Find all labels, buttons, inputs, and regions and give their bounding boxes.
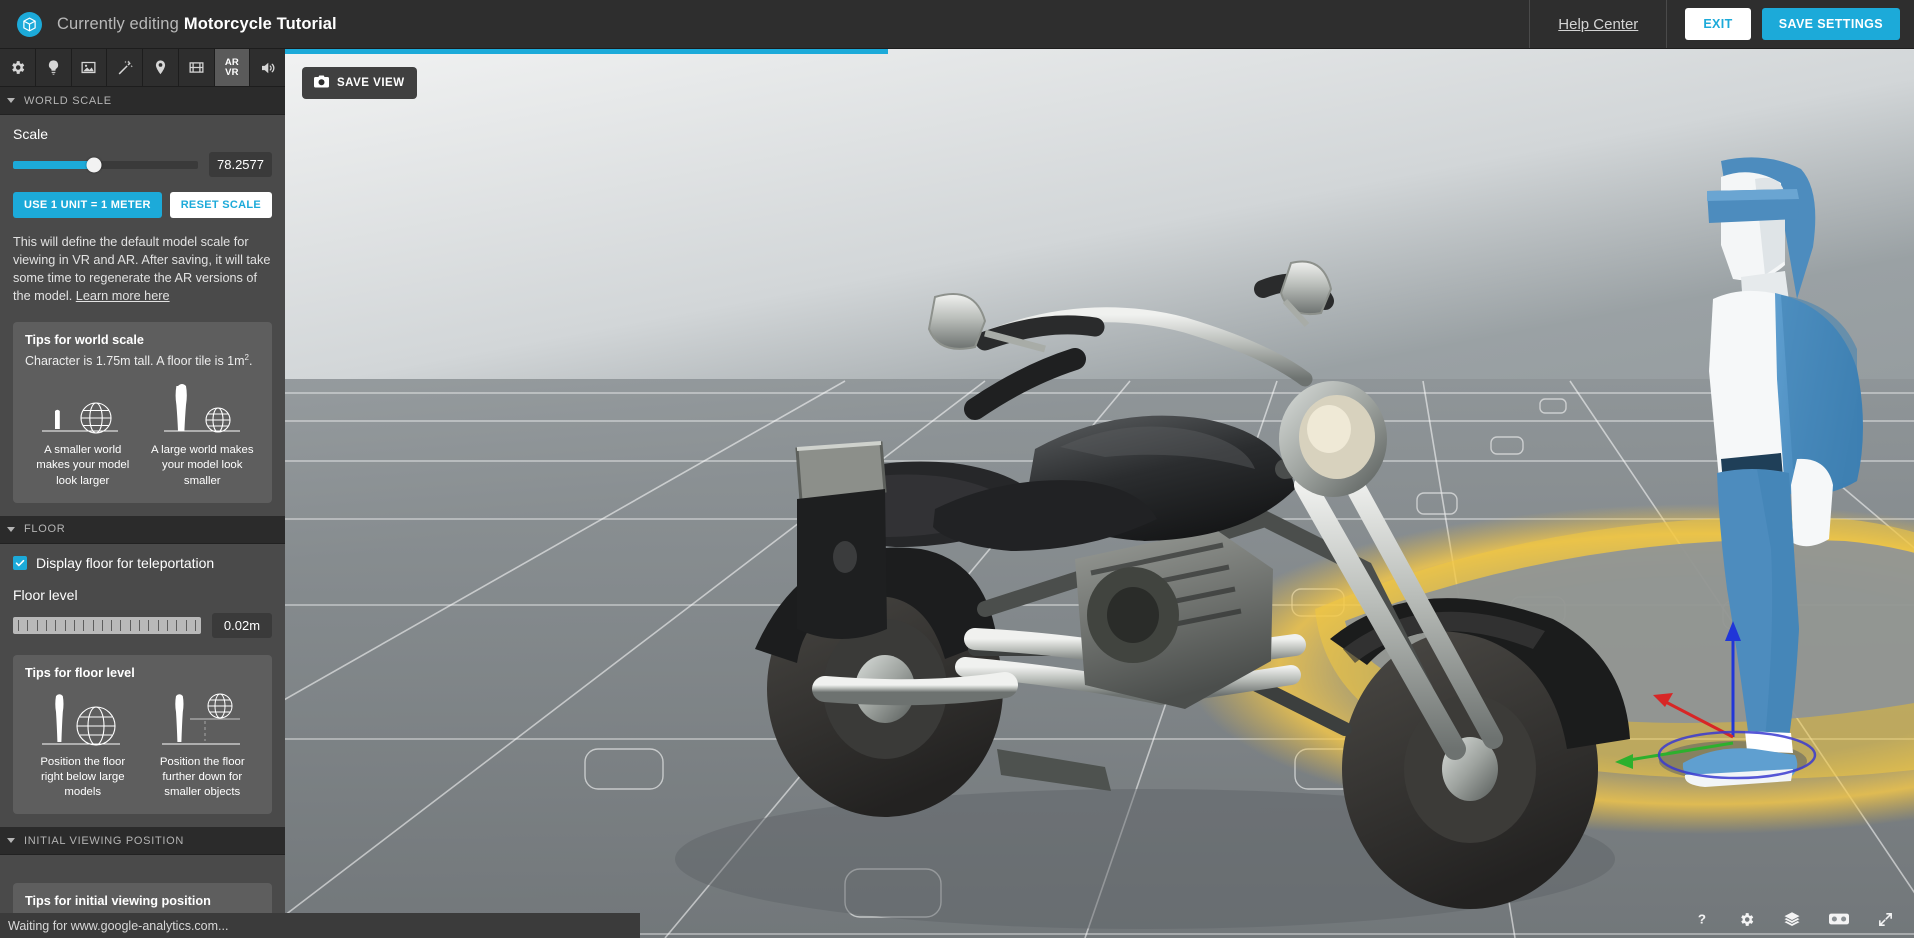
chevron-down-icon	[7, 526, 15, 532]
svg-text:?: ?	[1698, 912, 1706, 927]
tips-floor-level-grid: Position the floor right below large mod…	[25, 686, 260, 800]
lighting-icon	[45, 59, 62, 76]
sound-icon	[259, 59, 277, 77]
model-name: Motorcycle Tutorial	[183, 14, 337, 33]
editing-prefix: Currently editing	[57, 14, 179, 33]
save-view-button[interactable]: SAVE VIEW	[302, 67, 417, 99]
editor-toolbar: AR VR	[0, 49, 285, 87]
chevron-down-icon	[7, 98, 15, 103]
page-title: Currently editing Motorcycle Tutorial	[57, 15, 337, 34]
display-floor-checkbox[interactable]	[13, 555, 27, 570]
scale-slider[interactable]	[13, 157, 198, 172]
character-with-small-globe-icon	[145, 686, 261, 748]
ar-vr-tool[interactable]: AR VR	[214, 49, 251, 86]
floor-level-slider[interactable]	[13, 616, 201, 634]
sound-tool[interactable]	[250, 49, 285, 86]
section-title-initial-viewing-position: INITIAL VIEWING POSITION	[24, 834, 185, 847]
scale-slider-knob[interactable]	[86, 157, 102, 172]
ar-vr-icon: AR VR	[224, 57, 239, 78]
learn-more-link[interactable]: Learn more here	[76, 289, 170, 303]
save-view-label: SAVE VIEW	[337, 77, 405, 89]
small-character-large-globe-icon	[25, 374, 141, 436]
tips-subtitle-before: Character is 1.75m tall. A floor tile is…	[25, 354, 245, 369]
browser-status-bar: Waiting for www.google-analytics.com...	[0, 913, 640, 938]
header-actions: Help Center EXIT SAVE SETTINGS	[1529, 0, 1914, 48]
viewer-settings-gear-icon[interactable]	[1738, 911, 1755, 928]
tips-world-scale-subtitle: Character is 1.75m tall. A floor tile is…	[25, 353, 260, 368]
cube-logo-icon[interactable]	[17, 11, 42, 37]
section-header-floor[interactable]: FLOOR	[0, 515, 285, 544]
scale-slider-row: 78.2577	[13, 152, 272, 177]
tips-floor-level: Tips for floor level Position the floor …	[13, 654, 272, 815]
post-processing-wand-icon	[116, 59, 134, 77]
section-header-initial-viewing-position[interactable]: INITIAL VIEWING POSITION	[0, 827, 285, 856]
settings-sidebar: AR VR WORLD SCALE Scale 78.2577 USE 1 UN…	[0, 49, 285, 938]
scale-button-row: USE 1 UNIT = 1 METER RESET SCALE	[13, 192, 272, 218]
save-settings-button[interactable]: SAVE SETTINGS	[1761, 8, 1900, 40]
tips-initial-viewing-position-title: Tips for initial viewing position	[25, 894, 211, 909]
help-icon[interactable]: ?	[1694, 911, 1710, 927]
section-header-world-scale[interactable]: WORLD SCALE	[0, 87, 285, 115]
loading-progress-bar	[285, 49, 888, 54]
tip-cell: A smaller world makes your model look la…	[25, 374, 141, 488]
header-button-group: EXIT SAVE SETTINGS	[1666, 0, 1914, 48]
tips-world-scale: Tips for world scale Character is 1.75m …	[13, 322, 272, 503]
floor-level-value-input[interactable]: 0.02m	[212, 612, 272, 638]
background-image-icon	[80, 59, 97, 76]
section-title-floor: FLOOR	[24, 523, 66, 536]
viewer-controls: ?	[1694, 910, 1894, 928]
tip-caption: Position the floor further down for smal…	[159, 755, 245, 799]
animation-tool[interactable]	[179, 49, 215, 86]
floor-level-slider-row: 0.02m	[13, 612, 272, 638]
world-scale-description: This will define the default model scale…	[13, 233, 272, 305]
section-body-world-scale: Scale 78.2577 USE 1 UNIT = 1 METER RESET…	[0, 115, 285, 516]
tips-floor-level-title: Tips for floor level	[25, 665, 135, 680]
annotations-tool[interactable]	[143, 49, 179, 86]
use-one-unit-one-meter-button[interactable]: USE 1 UNIT = 1 METER	[13, 192, 162, 218]
help-center-link[interactable]: Help Center	[1529, 0, 1666, 48]
tip-caption: Position the floor right below large mod…	[40, 755, 126, 799]
scene-settings-icon	[9, 59, 26, 76]
scale-label: Scale	[13, 126, 49, 142]
3d-viewport[interactable]: SAVE VIEW ?	[285, 49, 1914, 938]
app-header: Currently editing Motorcycle Tutorial Hel…	[0, 0, 1914, 49]
display-floor-row[interactable]: Display floor for teleportation	[13, 555, 272, 571]
lighting-tool[interactable]	[36, 49, 72, 86]
floor-level-label: Floor level	[13, 586, 78, 603]
tip-cell: Position the floor right below large mod…	[25, 686, 141, 800]
reset-scale-button[interactable]: RESET SCALE	[169, 192, 272, 218]
section-title-world-scale: WORLD SCALE	[24, 94, 112, 107]
scale-slider-fill	[13, 160, 95, 169]
exit-button[interactable]: EXIT	[1685, 8, 1751, 40]
post-processing-tool[interactable]	[107, 49, 143, 86]
tip-caption: A large world makes your model look smal…	[150, 444, 254, 487]
display-floor-label: Display floor for teleportation	[36, 554, 215, 571]
tip-caption: A smaller world makes your model look la…	[36, 444, 130, 487]
animation-film-icon	[188, 59, 205, 76]
vr-cardboard-icon[interactable]	[1829, 912, 1849, 926]
tips-world-scale-grid: A smaller world makes your model look la…	[25, 374, 260, 488]
tips-world-scale-title: Tips for world scale	[25, 333, 144, 348]
character-with-large-globe-icon	[25, 686, 141, 748]
large-character-small-globe-icon	[145, 374, 261, 436]
fullscreen-icon[interactable]	[1877, 911, 1894, 928]
section-body-floor: Display floor for teleportation Floor le…	[0, 543, 285, 828]
scene-settings-tool[interactable]	[0, 49, 36, 86]
logo-wrap	[17, 11, 42, 37]
floor-level-ticks	[13, 619, 201, 631]
tips-subtitle-after: .	[248, 354, 253, 369]
tip-cell: Position the floor further down for smal…	[145, 686, 261, 800]
background-tool[interactable]	[72, 49, 108, 86]
scale-value-input[interactable]: 78.2577	[209, 152, 272, 177]
layers-icon[interactable]	[1783, 910, 1801, 928]
tip-cell: A large world makes your model look smal…	[145, 374, 261, 488]
camera-icon	[314, 75, 329, 91]
chevron-down-icon	[7, 838, 15, 844]
status-message: Waiting for www.google-analytics.com...	[8, 918, 229, 933]
3d-scene-render[interactable]	[285, 49, 1914, 938]
annotations-pin-icon	[152, 59, 169, 76]
